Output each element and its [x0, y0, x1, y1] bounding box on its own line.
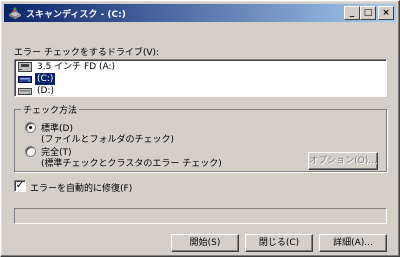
drive-label-c: (C:): [35, 73, 56, 85]
checkmark-icon: ✓: [15, 180, 25, 191]
title-bar[interactable]: スキャンディスク - (C:) _ □ ×: [4, 4, 396, 22]
maximize-icon: □: [363, 8, 373, 18]
minimize-icon: _: [349, 8, 355, 18]
window-title: スキャンディスク - (C:): [26, 10, 126, 20]
start-button[interactable]: 開始(S): [171, 234, 239, 252]
drive-label-a: 3.5 インチ FD (A:): [37, 62, 116, 72]
thorough-description: (標準チェックとクラスタのエラー チェック): [41, 159, 222, 169]
auto-fix-label[interactable]: エラーを自動的に修復(F): [30, 181, 132, 194]
close-icon: ×: [382, 8, 390, 18]
check-method-legend: チェック方法: [21, 103, 80, 116]
drive-label-d: (D:): [37, 86, 54, 96]
standard-description: (ファイルとフォルダのチェック): [41, 135, 175, 145]
drive-list[interactable]: 3.5 インチ FD (A:) (C:) (D:): [14, 59, 387, 97]
scandisk-app-icon: [8, 7, 22, 19]
floppy-drive-icon: [18, 62, 32, 72]
options-button[interactable]: オプション(O)...: [308, 152, 378, 170]
maximize-button[interactable]: □: [360, 6, 376, 20]
scandisk-window: スキャンディスク - (C:) _ □ × エラー チェックをするドライブ(V)…: [0, 0, 400, 257]
progress-bar: [14, 208, 387, 224]
close-button[interactable]: ×: [378, 6, 394, 20]
drive-list-label: エラー チェックをするドライブ(V):: [14, 48, 160, 58]
thorough-radio[interactable]: [25, 146, 36, 157]
radio-selected-dot: [29, 126, 32, 129]
hard-drive-icon: [18, 76, 32, 83]
minimize-button[interactable]: _: [344, 6, 360, 20]
close-dialog-button[interactable]: 閉じる(C): [245, 234, 313, 252]
auto-fix-checkbox[interactable]: ✓: [14, 180, 26, 192]
check-method-group: チェック方法 標準(D) (ファイルとフォルダのチェック) 完全(T) (標準チ…: [14, 103, 387, 172]
advanced-button[interactable]: 詳細(A)...: [319, 234, 387, 252]
hard-drive-icon: [18, 88, 32, 95]
standard-radio[interactable]: [25, 122, 36, 133]
